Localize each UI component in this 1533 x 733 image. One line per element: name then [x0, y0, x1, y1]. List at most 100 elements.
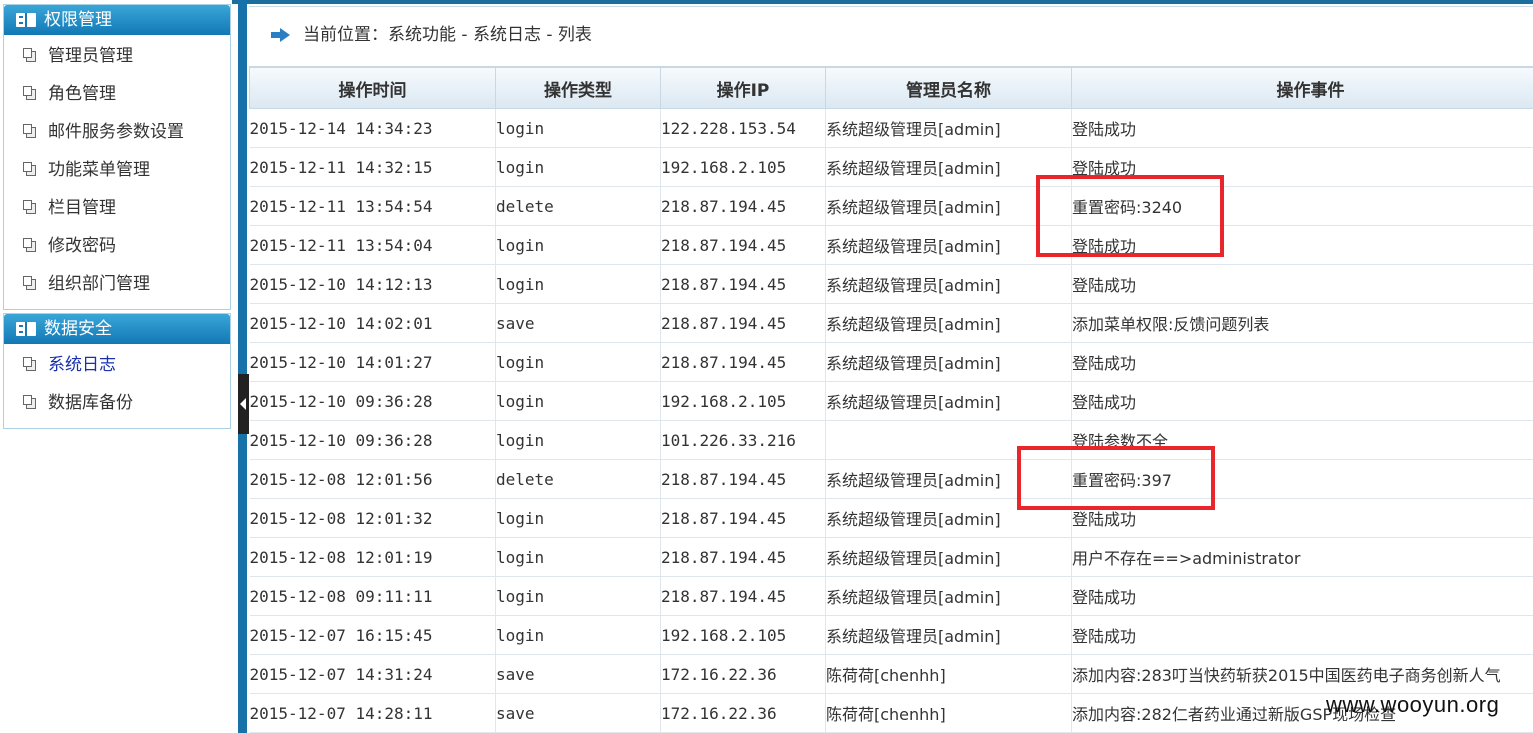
table-row: 2015-12-08 12:01:56 delete 218.87.194.45 系统… [249, 459, 1533, 499]
panel-header-data-security[interactable]: 数据安全 [4, 314, 230, 344]
table-row: 2015-12-10 14:12:13 login 218.87.194.45 系统超… [249, 264, 1533, 304]
cell-event: 登陆成功 [1071, 342, 1533, 382]
cell-type: login [495, 342, 661, 382]
cell-ip: 192.168.2.105 [660, 147, 826, 187]
cell-ip: 218.87.194.45 [660, 303, 826, 343]
document-icon [23, 276, 36, 290]
panel-permission-management: 权限管理 管理员管理 角色管理 邮件服务参数设置 功能菜单管理 栏目管理 修改密… [3, 4, 231, 310]
cell-time: 2015-12-07 16:15:45 [249, 615, 496, 655]
cell-admin: 陈荷荷[chenhh] [825, 693, 1072, 733]
book-icon [16, 13, 36, 27]
cell-event: 登陆成功 [1071, 264, 1533, 304]
sidebar-item-label: 角色管理 [48, 84, 116, 104]
table-row: 2015-12-11 13:54:54 delete 218.87.194.45 系统… [249, 186, 1533, 226]
table-row: 2015-12-14 14:34:23 login 122.228.153.54 系统… [249, 108, 1533, 148]
cell-time: 2015-12-07 14:28:11 [249, 693, 496, 733]
table-row: 2015-12-10 14:01:27 login 218.87.194.45 系统超… [249, 342, 1533, 382]
log-table: 操作时间 操作类型 操作IP 管理员名称 操作事件 2015-12-14 14:… [249, 66, 1533, 733]
sidebar-item-database-backup[interactable]: 数据库备份 [4, 384, 230, 422]
document-icon [23, 86, 36, 100]
sidebar: 权限管理 管理员管理 角色管理 邮件服务参数设置 功能菜单管理 栏目管理 修改密… [0, 0, 232, 733]
sidebar-item-label: 邮件服务参数设置 [48, 122, 184, 142]
highlight-box [1017, 446, 1215, 510]
book-icon [16, 322, 36, 336]
sidebar-item-label: 系统日志 [48, 355, 116, 375]
log-table-container: 操作时间 操作类型 操作IP 管理员名称 操作事件 2015-12-14 14:… [249, 66, 1533, 733]
cell-ip: 218.87.194.45 [660, 225, 826, 265]
panel-title: 权限管理 [44, 10, 112, 30]
table-row: 2015-12-11 13:54:04 login 218.87.194.45 系统超… [249, 225, 1533, 265]
cell-admin: 系统超级管理员[admin] [825, 264, 1072, 304]
cell-ip: 218.87.194.45 [660, 342, 826, 382]
cell-event: 用户不存在==>administrator [1071, 537, 1533, 577]
sidebar-item-change-password[interactable]: 修改密码 [4, 227, 230, 265]
cell-time: 2015-12-08 12:01:56 [249, 459, 496, 499]
cell-ip: 218.87.194.45 [660, 186, 826, 226]
sidebar-item-department-management[interactable]: 组织部门管理 [4, 265, 230, 303]
cell-event: 添加菜单权限:反馈问题列表 [1071, 303, 1533, 343]
cell-ip: 122.228.153.54 [660, 108, 826, 148]
table-header-row: 操作时间 操作类型 操作IP 管理员名称 操作事件 [249, 66, 1533, 109]
cell-admin: 系统超级管理员[admin] [825, 186, 1072, 226]
panel-title: 数据安全 [44, 319, 112, 339]
sidebar-item-system-log[interactable]: 系统日志 [4, 346, 230, 384]
table-row: 2015-12-11 14:32:15 login 192.168.2.105 系统超… [249, 147, 1533, 187]
column-header-type[interactable]: 操作类型 [495, 66, 661, 109]
cell-type: login [495, 615, 661, 655]
cell-type: login [495, 108, 661, 148]
table-row: 2015-12-10 09:36:28 login 101.226.33.216 登陆… [249, 420, 1533, 460]
sidebar-item-column-management[interactable]: 栏目管理 [4, 189, 230, 227]
cell-time: 2015-12-08 12:01:32 [249, 498, 496, 538]
cell-event: 添加内容:283叮当快药斩获2015中国医药电子商务创新人气 [1071, 654, 1533, 694]
cell-time: 2015-12-08 12:01:19 [249, 537, 496, 577]
cell-time: 2015-12-11 13:54:54 [249, 186, 496, 226]
sidebar-item-role-management[interactable]: 角色管理 [4, 75, 230, 113]
cell-time: 2015-12-10 14:01:27 [249, 342, 496, 382]
table-row: 2015-12-10 14:02:01 save 218.87.194.45 系统超级… [249, 303, 1533, 343]
cell-event: 登陆成功 [1071, 576, 1533, 616]
watermark: www.wooyun.org [1326, 692, 1500, 717]
cell-ip: 218.87.194.45 [660, 576, 826, 616]
document-icon [23, 162, 36, 176]
table-body: 2015-12-14 14:34:23 login 122.228.153.54 系统… [249, 108, 1533, 733]
cell-ip: 218.87.194.45 [660, 537, 826, 577]
right-arrow-icon [271, 28, 291, 42]
cell-event: 登陆成功 [1071, 381, 1533, 421]
cell-time: 2015-12-10 14:12:13 [249, 264, 496, 304]
cell-admin: 系统超级管理员[admin] [825, 381, 1072, 421]
table-row: 2015-12-08 12:01:32 login 218.87.194.45 系统超… [249, 498, 1533, 538]
highlight-box [1036, 175, 1224, 257]
sidebar-item-label: 修改密码 [48, 236, 116, 256]
sidebar-item-mail-settings[interactable]: 邮件服务参数设置 [4, 113, 230, 151]
column-header-admin[interactable]: 管理员名称 [825, 66, 1072, 109]
cell-admin: 系统超级管理员[admin] [825, 537, 1072, 577]
sidebar-item-label: 组织部门管理 [48, 274, 150, 294]
cell-type: login [495, 576, 661, 616]
sidebar-item-label: 数据库备份 [48, 393, 133, 413]
sidebar-splitter[interactable] [238, 0, 247, 733]
sidebar-item-label: 功能菜单管理 [48, 160, 150, 180]
cell-time: 2015-12-08 09:11:11 [249, 576, 496, 616]
cell-time: 2015-12-07 14:31:24 [249, 654, 496, 694]
column-header-ip[interactable]: 操作IP [660, 66, 826, 109]
column-header-event[interactable]: 操作事件 [1071, 66, 1533, 109]
column-header-time[interactable]: 操作时间 [249, 66, 496, 109]
document-icon [23, 357, 36, 371]
cell-ip: 218.87.194.45 [660, 498, 826, 538]
sidebar-item-menu-management[interactable]: 功能菜单管理 [4, 151, 230, 189]
divider [249, 6, 1533, 7]
cell-ip: 192.168.2.105 [660, 381, 826, 421]
cell-admin: 系统超级管理员[admin] [825, 225, 1072, 265]
cell-time: 2015-12-10 14:02:01 [249, 303, 496, 343]
cell-type: login [495, 537, 661, 577]
panel-header-permission[interactable]: 权限管理 [4, 5, 230, 35]
document-icon [23, 48, 36, 62]
cell-event: 登陆成功 [1071, 108, 1533, 148]
cell-time: 2015-12-11 14:32:15 [249, 147, 496, 187]
cell-admin: 系统超级管理员[admin] [825, 576, 1072, 616]
collapse-sidebar-button[interactable] [238, 374, 249, 434]
cell-type: login [495, 264, 661, 304]
sidebar-item-label: 栏目管理 [48, 198, 116, 218]
cell-type: login [495, 381, 661, 421]
sidebar-item-admin-management[interactable]: 管理员管理 [4, 37, 230, 75]
